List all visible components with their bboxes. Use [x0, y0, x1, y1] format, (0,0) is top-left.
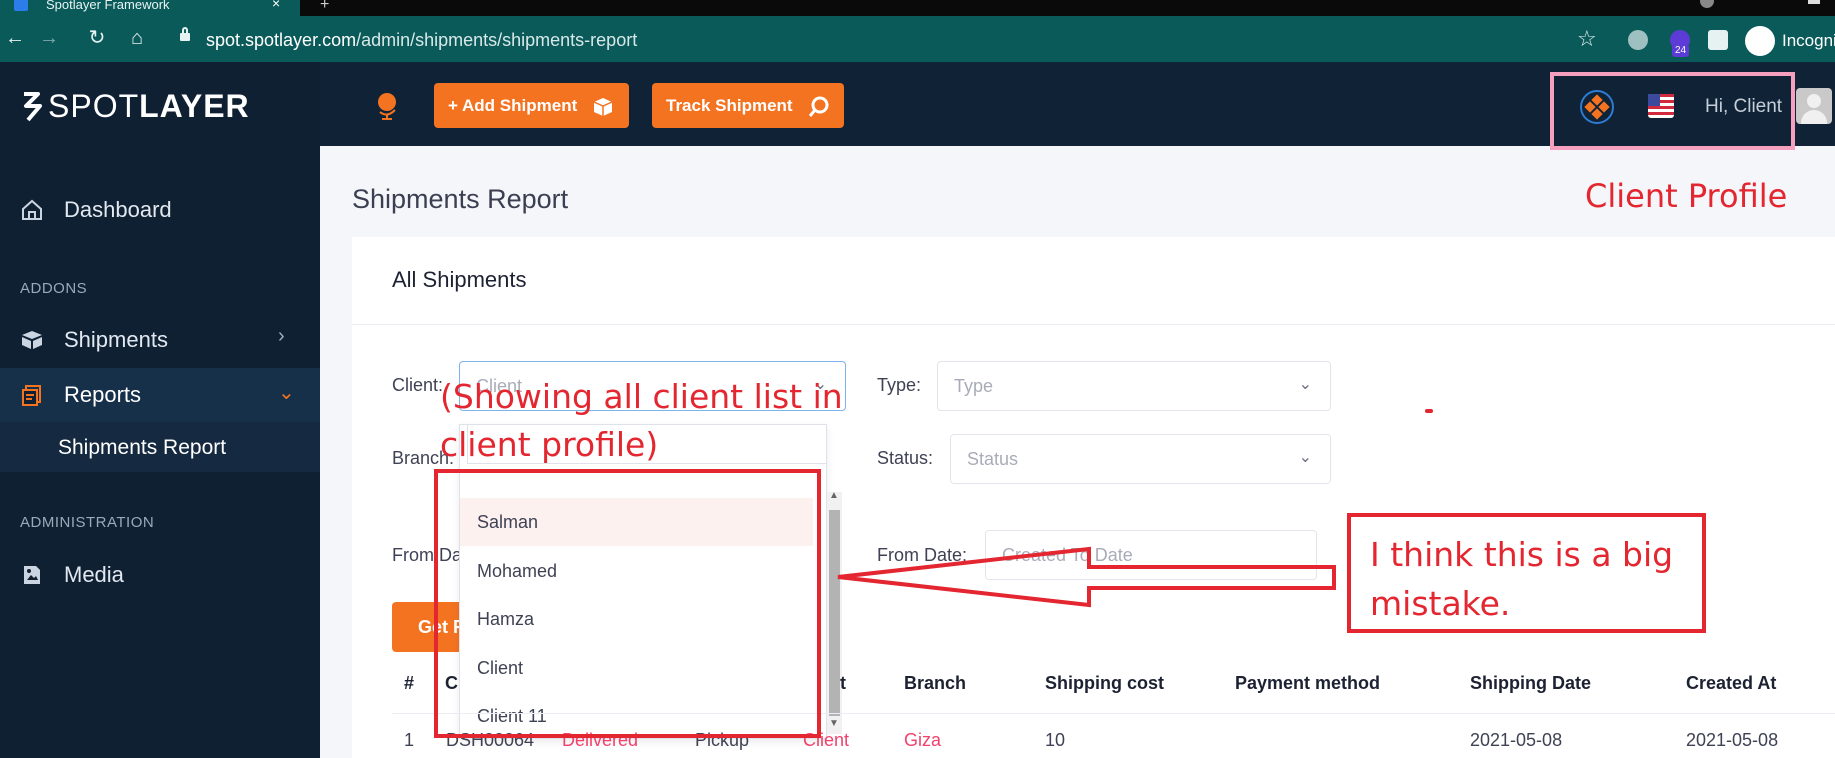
sidebar-item-label: Dashboard [64, 197, 172, 222]
sidebar-item-label: Media [64, 562, 124, 587]
extension-cloud-icon[interactable] [1628, 30, 1648, 50]
type-placeholder: Type [954, 376, 994, 396]
sidebar-item-label: Shipments [64, 327, 168, 352]
table-cell-created-at: 2021-05-08 [1686, 730, 1779, 750]
add-shipment-button[interactable]: + Add Shipment [434, 83, 629, 128]
chevron-down-icon: ⌄ [1298, 376, 1312, 393]
table-header-cell[interactable]: Branch [904, 673, 966, 694]
card-title: All Shipments [392, 267, 527, 292]
extension-badge: 24 [1672, 44, 1690, 57]
annotation-dropdown-note-line2: client profile) [440, 425, 659, 464]
home-icon [22, 199, 42, 220]
spotlayer-logo-icon [24, 92, 42, 122]
chevron-right-icon: › [278, 325, 285, 347]
sidebar-section-addons: ADDONS [20, 280, 88, 297]
table-header-cell[interactable]: Created At [1686, 673, 1776, 694]
sidebar-item-label: Reports [64, 382, 142, 407]
table-header-cell[interactable]: Payment method [1235, 673, 1380, 694]
table-header-cell[interactable]: t [840, 673, 846, 694]
annotation-mistake-line2: mistake. [1370, 584, 1511, 623]
card-header [352, 237, 1835, 325]
avatar[interactable] [1796, 88, 1832, 124]
incognito-icon[interactable] [1745, 26, 1775, 56]
chevron-down-icon: ⌄ [1298, 449, 1312, 466]
box-icon [22, 331, 42, 349]
annotation-mark [1425, 409, 1433, 413]
url-text[interactable]: spot.spotlayer.com/admin/shipments/shipm… [206, 30, 637, 51]
table-cell-shipping-date: 2021-05-08 [1470, 730, 1563, 750]
annotation-client-profile-label: Client Profile [1585, 177, 1788, 215]
type-label: Type: [877, 375, 922, 395]
chevron-down-icon: ⌄ [278, 382, 295, 404]
package-icon [593, 97, 613, 116]
back-arrow-icon[interactable]: ← [0, 16, 30, 62]
logo-text-bold: LAYER [139, 88, 250, 124]
spotlayer-logo[interactable]: SPOTLAYER [48, 88, 250, 125]
bookmark-star-icon[interactable]: ☆ [1577, 26, 1597, 52]
lock-icon[interactable] [180, 27, 190, 41]
scroll-down-icon[interactable]: ▼ [829, 718, 839, 729]
new-tab-button[interactable]: + [320, 0, 329, 14]
table-header-cell[interactable]: Shipping cost [1045, 673, 1164, 694]
logo-text-light: SPOT [48, 88, 140, 124]
type-select[interactable]: Type ⌄ [937, 361, 1331, 411]
url-domain: spot.spotlayer.com [206, 30, 357, 50]
globe-icon[interactable] [372, 90, 402, 120]
forward-arrow-icon[interactable]: → [34, 16, 64, 62]
table-header-cell[interactable]: Shipping Date [1470, 673, 1591, 694]
status-select[interactable]: Status ⌄ [950, 434, 1331, 484]
add-shipment-label: + Add Shipment [448, 96, 578, 115]
track-shipment-button[interactable]: Track Shipment [652, 83, 844, 128]
table-cell-num: 1 [404, 730, 415, 750]
tab-favicon-icon [14, 0, 28, 11]
table-cell-branch: Giza [904, 730, 942, 750]
reload-icon[interactable]: ↻ [82, 16, 112, 62]
page-title: Shipments Report [352, 184, 569, 214]
annotation-dropdown-box [434, 469, 821, 738]
incognito-label[interactable]: Incognito [1782, 31, 1835, 51]
table-header-cell[interactable]: # [404, 673, 414, 694]
sidebar-subitem-label: Shipments Report [58, 436, 227, 459]
browser-tab[interactable]: Spotlayer Framework × [0, 0, 300, 16]
url-path: /admin/shipments/shipments-report [356, 30, 638, 50]
tab-close-icon[interactable]: × [272, 0, 280, 10]
puzzle-icon[interactable] [1708, 30, 1728, 50]
table-cell-shipping-cost: 10 [1045, 730, 1066, 750]
annotation-dropdown-note-line1: (Showing all client list in [440, 377, 843, 416]
annotation-mistake-line1: I think this is a big [1370, 535, 1674, 574]
reports-icon [22, 385, 41, 406]
sidebar-item-shipments[interactable]: Shipments › [0, 313, 320, 367]
status-label: Status: [877, 448, 934, 468]
sidebar-item-media[interactable]: Media [0, 548, 320, 602]
sidebar-item-reports[interactable]: Reports ⌄ [0, 368, 320, 422]
status-placeholder: Status [967, 449, 1019, 469]
home-icon[interactable]: ⌂ [122, 16, 152, 62]
media-icon [24, 566, 40, 584]
annotation-arrow-icon [837, 546, 1336, 608]
track-shipment-label: Track Shipment [666, 96, 793, 115]
sidebar-subitem-shipments-report[interactable]: Shipments Report [0, 422, 320, 472]
client-label: Client: [392, 375, 444, 395]
tab-title: Spotlayer Framework [46, 0, 170, 12]
sidebar-item-dashboard[interactable]: Dashboard [0, 183, 320, 237]
annotation-profile-box [1550, 72, 1795, 150]
scroll-up-icon[interactable]: ▲ [829, 490, 839, 501]
window-control-icon[interactable] [1808, 0, 1820, 4]
search-icon [809, 96, 829, 117]
sidebar-section-administration: ADMINISTRATION [20, 514, 155, 531]
